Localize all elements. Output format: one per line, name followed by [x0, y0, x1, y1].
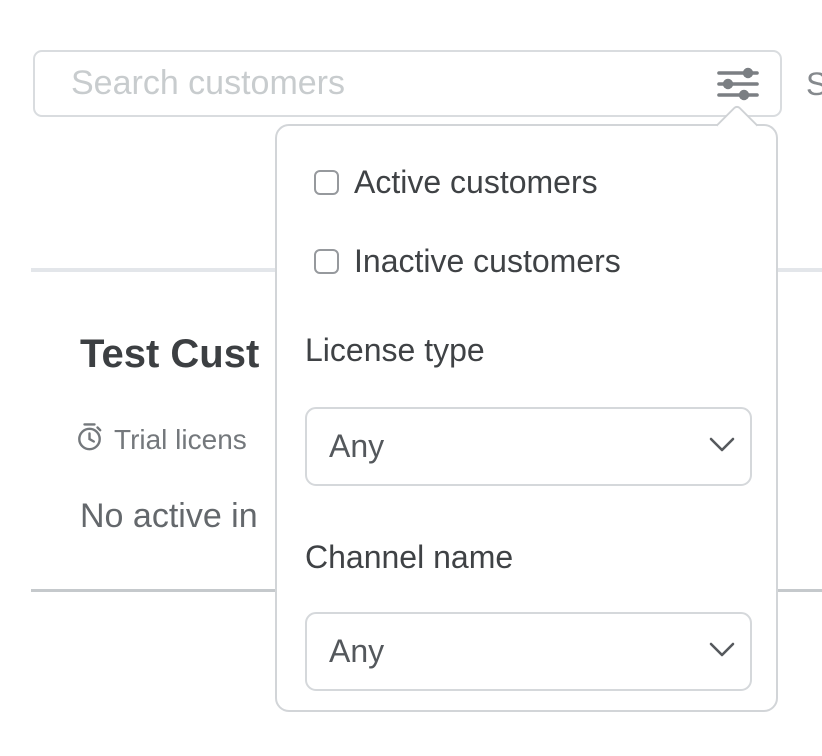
customer-status-text: No active in — [80, 497, 258, 536]
inactive-customers-label[interactable]: Inactive customers — [354, 243, 621, 279]
channel-name-select[interactable]: Any — [305, 612, 752, 691]
license-type-select[interactable]: Any — [305, 407, 752, 486]
chevron-down-icon — [708, 641, 736, 664]
active-customers-label[interactable]: Active customers — [354, 164, 598, 200]
customer-title: Test Cust — [80, 332, 259, 377]
sort-control-partial[interactable]: S — [806, 66, 822, 103]
search-input[interactable] — [35, 52, 695, 115]
inactive-customers-checkbox[interactable] — [314, 249, 339, 274]
license-type-label: License type — [305, 332, 485, 369]
timer-icon — [76, 422, 103, 457]
filter-button[interactable] — [714, 65, 762, 105]
search-bar — [33, 50, 782, 117]
inactive-customers-option[interactable]: Inactive customers — [314, 243, 621, 279]
license-info-row: Trial licens — [76, 422, 247, 457]
sliders-icon — [716, 91, 760, 106]
channel-name-label: Channel name — [305, 539, 513, 576]
active-customers-option[interactable]: Active customers — [314, 164, 598, 200]
filter-popover: Active customers Inactive customers Lice… — [275, 124, 778, 712]
license-type-value: Any — [329, 428, 384, 465]
chevron-down-icon — [708, 436, 736, 459]
active-customers-checkbox[interactable] — [314, 170, 339, 195]
channel-name-value: Any — [329, 633, 384, 670]
license-info-text: Trial licens — [114, 424, 247, 456]
